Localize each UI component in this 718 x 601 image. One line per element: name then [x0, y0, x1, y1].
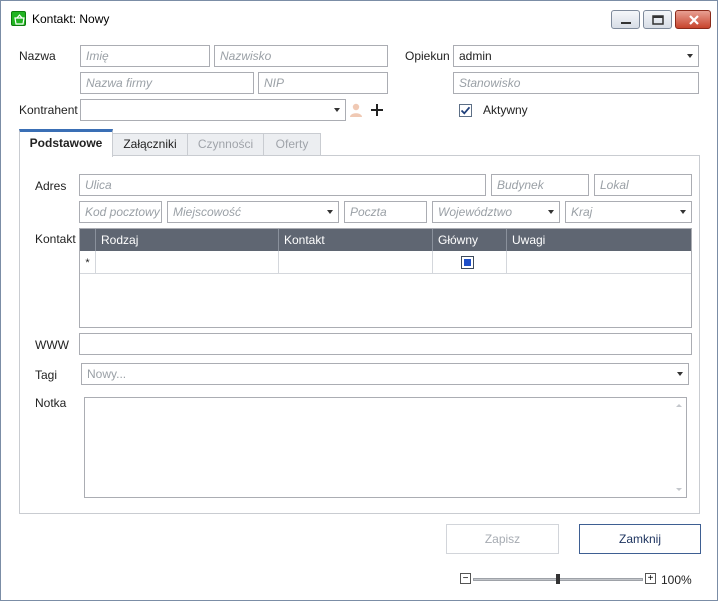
note-textarea[interactable] [84, 397, 687, 498]
postal-code-field[interactable]: Kod pocztowy [79, 201, 162, 223]
name-label: Nazwa [19, 49, 56, 63]
position-field[interactable]: Stanowisko [453, 72, 699, 94]
last-name-field[interactable]: Nazwisko [214, 45, 388, 67]
street-placeholder: Ulica [85, 178, 112, 192]
zoom-out-button[interactable]: − [460, 573, 471, 584]
www-field[interactable] [79, 333, 692, 355]
nip-field[interactable]: NIP [258, 72, 388, 94]
contractor-dropdown[interactable] [80, 99, 346, 121]
company-placeholder: Nazwa firmy [86, 76, 153, 90]
title-bar[interactable]: Kontakt: Nowy [1, 1, 717, 37]
post-placeholder: Poczta [350, 205, 387, 219]
zoom-in-button[interactable]: + [645, 573, 656, 584]
cell-rodzaj[interactable] [96, 251, 279, 273]
contact-label: Kontakt [35, 232, 76, 246]
add-contractor-icon[interactable] [369, 102, 385, 118]
guardian-value: admin [459, 49, 492, 63]
guardian-label: Opiekun [405, 49, 450, 63]
note-scrollbar[interactable] [672, 398, 686, 497]
primary-checkbox[interactable] [461, 256, 474, 269]
column-rodzaj[interactable]: Rodzaj [96, 229, 279, 251]
cell-kontakt[interactable] [279, 251, 433, 273]
note-label: Notka [35, 396, 67, 410]
address-label: Adres [35, 179, 67, 193]
position-placeholder: Stanowisko [459, 76, 521, 90]
guardian-dropdown[interactable]: admin [453, 45, 699, 67]
table-row[interactable]: * [80, 251, 691, 274]
local-placeholder: Lokal [600, 178, 629, 192]
active-label: Aktywny [483, 103, 528, 117]
contractor-label: Kontrahent [19, 103, 78, 117]
voivodeship-dropdown[interactable]: Województwo [432, 201, 560, 223]
tags-placeholder: Nowy... [87, 367, 127, 381]
postal-placeholder: Kod pocztowy [85, 205, 160, 219]
minimize-icon [621, 22, 631, 24]
tab-oferty[interactable]: Oferty [263, 133, 321, 156]
tags-label: Tagi [35, 368, 58, 382]
zoom-level: 100% [661, 573, 692, 587]
local-field[interactable]: Lokal [594, 174, 692, 196]
city-placeholder: Miejscowość [173, 205, 242, 219]
maximize-button[interactable] [643, 10, 672, 29]
app-basket-icon [11, 11, 26, 26]
column-uwagi[interactable]: Uwagi [507, 229, 691, 251]
grid-corner [80, 229, 96, 251]
tab-zalaczniki[interactable]: Załączniki [112, 133, 188, 156]
last-name-placeholder: Nazwisko [220, 49, 272, 63]
close-icon [689, 15, 699, 25]
chevron-down-icon [327, 210, 333, 214]
minimize-button[interactable] [611, 10, 640, 29]
nip-placeholder: NIP [264, 76, 285, 90]
contact-window: Kontakt: Nowy Nazwa Imię Nazwisko Opieku… [0, 0, 718, 601]
chevron-down-icon [548, 210, 554, 214]
chevron-down-icon [677, 372, 683, 376]
person-icon[interactable] [348, 102, 364, 118]
column-glowny[interactable]: Główny [433, 229, 507, 251]
first-name-placeholder: Imię [86, 49, 109, 63]
column-kontakt[interactable]: Kontakt [279, 229, 433, 251]
chevron-down-icon [334, 108, 340, 112]
tags-dropdown[interactable]: Nowy... [81, 363, 689, 385]
first-name-field[interactable]: Imię [80, 45, 210, 67]
tab-podstawowe[interactable]: Podstawowe [19, 129, 113, 157]
street-field[interactable]: Ulica [79, 174, 486, 196]
country-dropdown[interactable]: Kraj [565, 201, 692, 223]
zoom-slider-thumb[interactable] [556, 574, 560, 584]
active-checkbox[interactable] [459, 104, 472, 117]
company-name-field[interactable]: Nazwa firmy [80, 72, 254, 94]
chevron-down-icon [680, 210, 686, 214]
building-placeholder: Budynek [497, 178, 544, 192]
save-button[interactable]: Zapisz [446, 524, 559, 554]
maximize-icon [652, 15, 664, 25]
window-title: Kontakt: Nowy [32, 12, 110, 26]
cell-uwagi[interactable] [507, 251, 691, 273]
close-window-button[interactable] [675, 10, 711, 29]
close-button[interactable]: Zamknij [579, 524, 701, 554]
scroll-arrows-icon [676, 404, 682, 491]
contact-grid[interactable]: Rodzaj Kontakt Główny Uwagi * [79, 228, 692, 328]
www-label: WWW [35, 338, 69, 352]
new-row-marker: * [80, 251, 96, 273]
voivodeship-placeholder: Województwo [438, 205, 513, 219]
chevron-down-icon [687, 54, 693, 58]
cell-glowny[interactable] [433, 251, 507, 273]
check-icon [460, 106, 471, 115]
city-dropdown[interactable]: Miejscowość [167, 201, 339, 223]
grid-header: Rodzaj Kontakt Główny Uwagi [80, 229, 691, 251]
tab-czynnosci[interactable]: Czynności [187, 133, 264, 156]
building-field[interactable]: Budynek [491, 174, 589, 196]
country-placeholder: Kraj [571, 205, 593, 219]
post-office-field[interactable]: Poczta [344, 201, 427, 223]
